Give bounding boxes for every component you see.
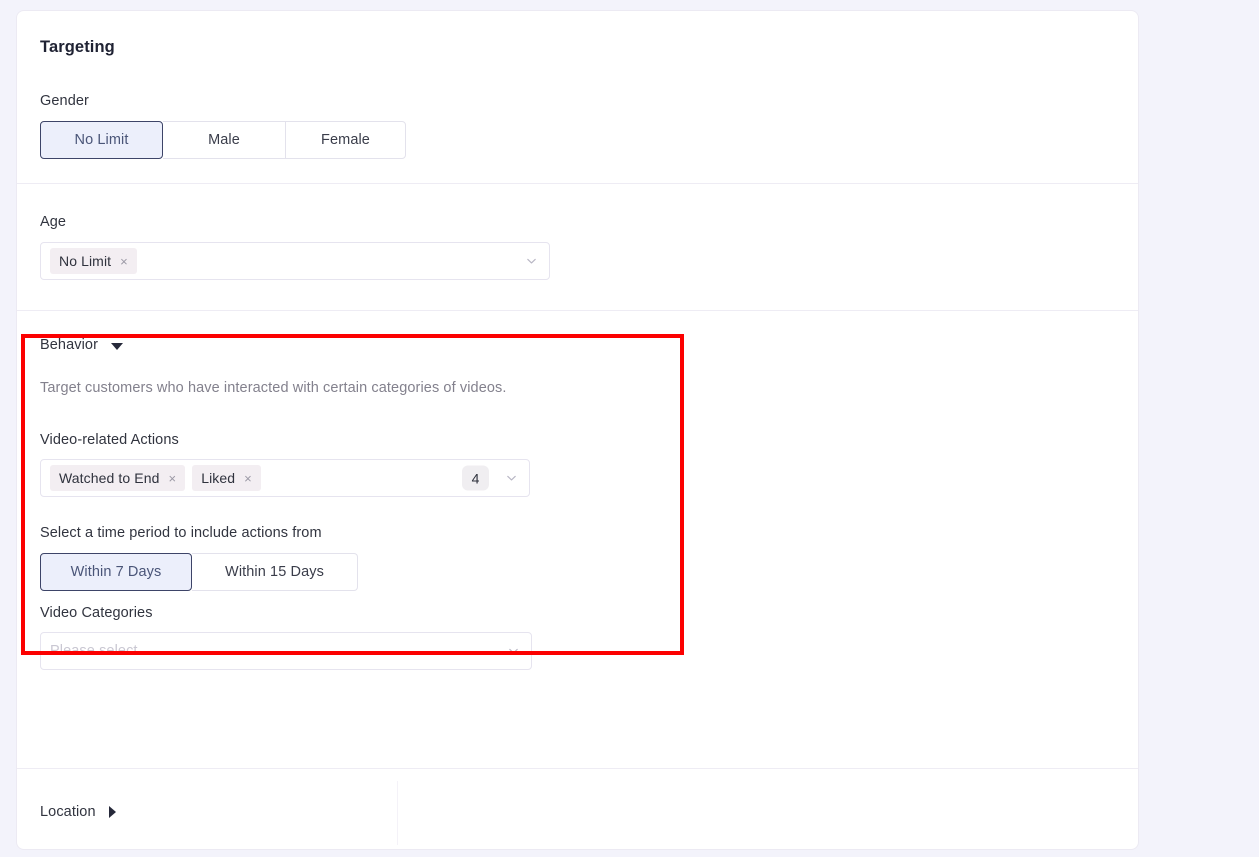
- targeting-card: Targeting Gender No Limit Male Female Ag…: [16, 10, 1139, 850]
- gender-option-male[interactable]: Male: [163, 121, 285, 159]
- time-period-option-within-15-days[interactable]: Within 15 Days: [192, 553, 358, 591]
- chevron-down-icon: [508, 646, 519, 657]
- action-tag-label: Watched to End: [59, 470, 160, 486]
- close-icon[interactable]: ×: [169, 472, 177, 485]
- behavior-collapse-header[interactable]: Behavior: [40, 337, 1115, 353]
- time-period-segmented-control: Within 7 Days Within 15 Days: [40, 553, 358, 591]
- selected-count-badge: 4: [462, 465, 489, 491]
- time-period-label: Select a time period to include actions …: [40, 525, 322, 541]
- age-label: Age: [40, 214, 67, 230]
- action-tag-label: Liked: [201, 470, 236, 486]
- gender-section: Gender No Limit Male Female: [17, 57, 1138, 183]
- gender-option-no-limit[interactable]: No Limit: [40, 121, 163, 159]
- behavior-section: Behavior Target customers who have inter…: [17, 310, 1138, 599]
- chevron-down-icon: [506, 473, 517, 484]
- action-tag-liked[interactable]: Liked ×: [192, 465, 261, 491]
- gender-segmented-control: No Limit Male Female: [40, 121, 406, 159]
- gender-option-female[interactable]: Female: [285, 121, 406, 159]
- close-icon[interactable]: ×: [120, 255, 128, 268]
- divider: [397, 781, 398, 845]
- action-tag-watched-to-end[interactable]: Watched to End ×: [50, 465, 186, 491]
- location-section: Location: [17, 768, 1138, 849]
- video-related-actions-select[interactable]: Watched to End × Liked × 4: [40, 459, 530, 497]
- age-select[interactable]: No Limit ×: [40, 242, 550, 280]
- video-categories-label: Video Categories: [40, 605, 153, 621]
- page-title: Targeting: [40, 38, 115, 56]
- age-tag-label: No Limit: [59, 253, 112, 269]
- location-label: Location: [40, 804, 96, 820]
- triangle-down-icon[interactable]: [111, 342, 124, 350]
- close-icon[interactable]: ×: [244, 472, 252, 485]
- chevron-down-icon: [526, 256, 537, 267]
- age-section: Age No Limit ×: [17, 183, 1138, 310]
- video-categories-placeholder: Please select: [50, 643, 138, 659]
- behavior-description: Target customers who have interacted wit…: [40, 380, 507, 396]
- video-categories-select[interactable]: Please select: [40, 632, 532, 670]
- behavior-label: Behavior: [40, 337, 99, 353]
- location-collapse-header[interactable]: Location: [17, 769, 1138, 820]
- video-related-actions-label: Video-related Actions: [40, 432, 179, 448]
- time-period-option-within-7-days[interactable]: Within 7 Days: [40, 553, 192, 591]
- gender-label: Gender: [40, 93, 89, 109]
- video-categories-section: Video Categories Please select: [17, 599, 1138, 700]
- triangle-right-icon[interactable]: [108, 806, 116, 818]
- age-tag-no-limit[interactable]: No Limit ×: [50, 248, 137, 274]
